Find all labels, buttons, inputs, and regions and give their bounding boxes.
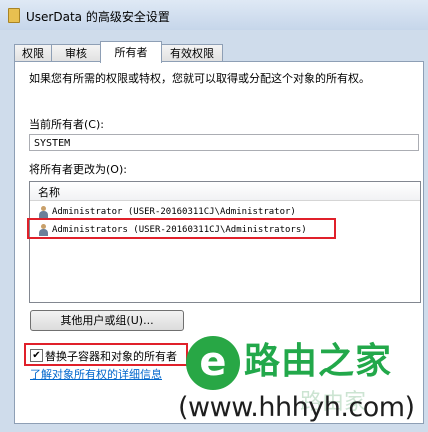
owner-list[interactable]: 名称 Administrator (USER-20160311CJ\Admini…: [29, 181, 421, 303]
other-users-button[interactable]: 其他用户或组(U)...: [30, 310, 184, 331]
learn-more-link[interactable]: 了解对象所有权的详细信息: [30, 366, 162, 382]
window-title: UserData 的高级安全设置: [26, 10, 170, 24]
current-owner-field: SYSTEM: [29, 134, 419, 151]
list-header-label: 名称: [38, 186, 60, 199]
tab-auditing[interactable]: 审核: [51, 44, 101, 62]
watermark-brand: 路由之家: [244, 341, 393, 382]
list-header-name[interactable]: 名称: [30, 182, 420, 201]
highlight-box-checkbox: [24, 343, 188, 366]
watermark-logo-icon: e: [186, 336, 240, 390]
watermark-url: (www.hhhyh.com): [178, 392, 415, 423]
change-owner-label: 将所有者更改为(O):: [29, 163, 127, 176]
owner-description: 如果您有所需的权限或特权，您就可以取得或分配这个对象的所有权。: [29, 72, 370, 85]
tab-owner[interactable]: 所有者: [100, 41, 162, 63]
user-icon: [38, 206, 48, 218]
title-bar: UserData 的高级安全设置: [0, 0, 428, 30]
tab-permissions[interactable]: 权限: [14, 44, 52, 62]
folder-icon: [8, 8, 20, 23]
highlight-box-administrators: [27, 218, 336, 239]
tab-effective-permissions[interactable]: 有效权限: [161, 44, 223, 62]
current-owner-label: 当前所有者(C):: [29, 118, 104, 131]
